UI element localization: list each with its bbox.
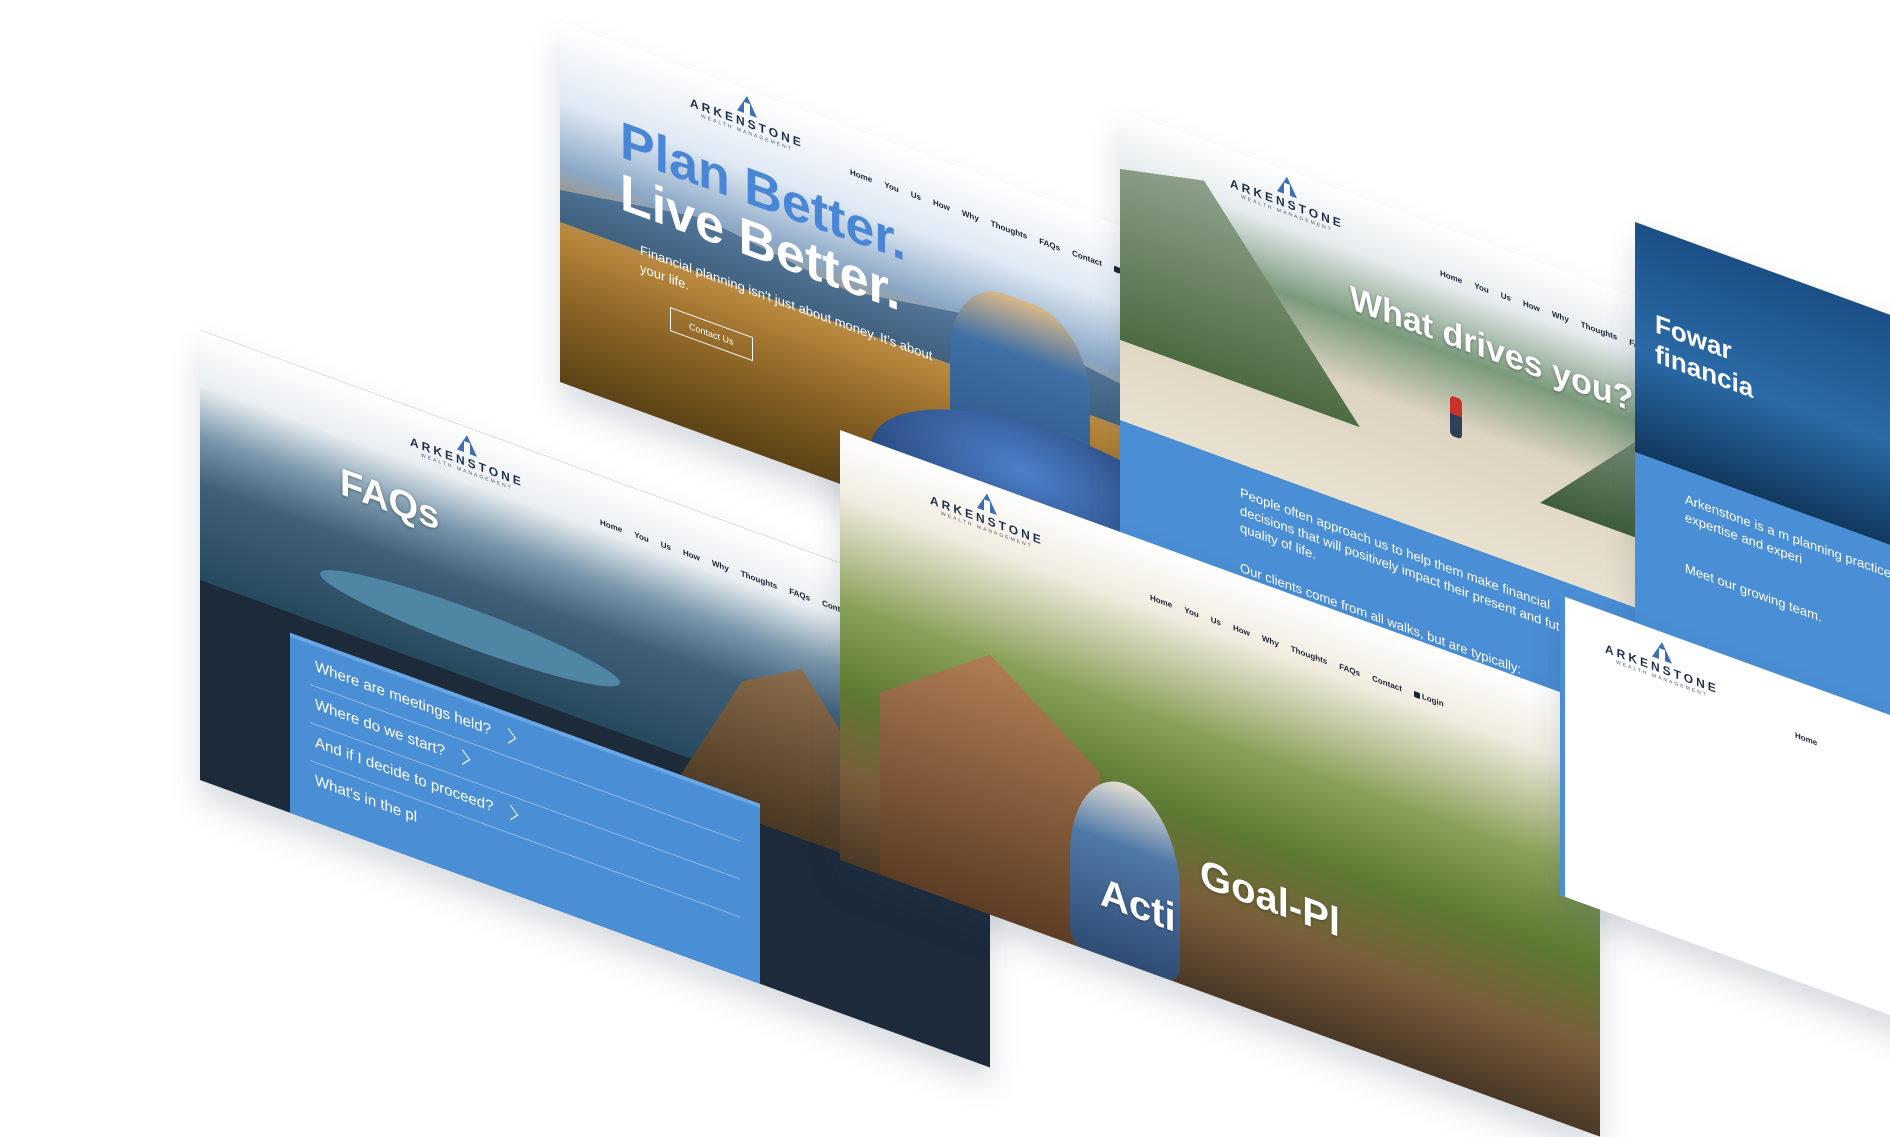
nav-item-how[interactable]: How	[933, 198, 950, 213]
nav-item-why[interactable]: Why	[962, 208, 979, 223]
lock-icon	[1413, 690, 1420, 699]
divider	[310, 760, 740, 918]
main-nav: Home	[1795, 731, 1817, 748]
contact-us-button[interactable]: Contact Us	[670, 307, 753, 362]
page-title: Goal-Pl	[1200, 851, 1341, 946]
nav-item-faqs[interactable]: FAQs	[1039, 236, 1060, 253]
hiker-figure	[1450, 395, 1462, 440]
couple-photo	[1070, 763, 1180, 984]
chevron-right-icon	[500, 727, 517, 744]
chevron-right-icon	[454, 749, 471, 765]
mockup-board: ARKENSTONE WEALTH MANAGEMENT Home You Us…	[0, 0, 1890, 1137]
login-label: Login	[1421, 691, 1444, 709]
nav-item-why[interactable]: Why	[1262, 634, 1279, 649]
nav-item-faqs[interactable]: FAQs	[1339, 662, 1360, 679]
nav-item-home[interactable]: Home	[1150, 593, 1172, 610]
nav-item-you[interactable]: You	[884, 180, 899, 194]
nav-item-contact[interactable]: Contact	[1372, 674, 1402, 694]
nav-item-thoughts[interactable]: Thoughts	[991, 219, 1027, 241]
nav-item-us[interactable]: Us	[911, 190, 921, 203]
nav-item-thoughts[interactable]: Thoughts	[1291, 644, 1327, 666]
nav-item-home[interactable]: Home	[1795, 731, 1817, 748]
nav-item-contact[interactable]: Contact	[1072, 248, 1102, 268]
nav-item-how[interactable]: How	[1233, 623, 1250, 638]
nav-item-home[interactable]: Home	[850, 168, 872, 185]
nav-item-us[interactable]: Us	[1211, 615, 1221, 628]
chevron-right-icon	[503, 804, 519, 821]
nav-item-you[interactable]: You	[1184, 605, 1199, 619]
nav-item-login[interactable]: Login	[1413, 689, 1444, 709]
lock-icon	[1113, 265, 1120, 274]
